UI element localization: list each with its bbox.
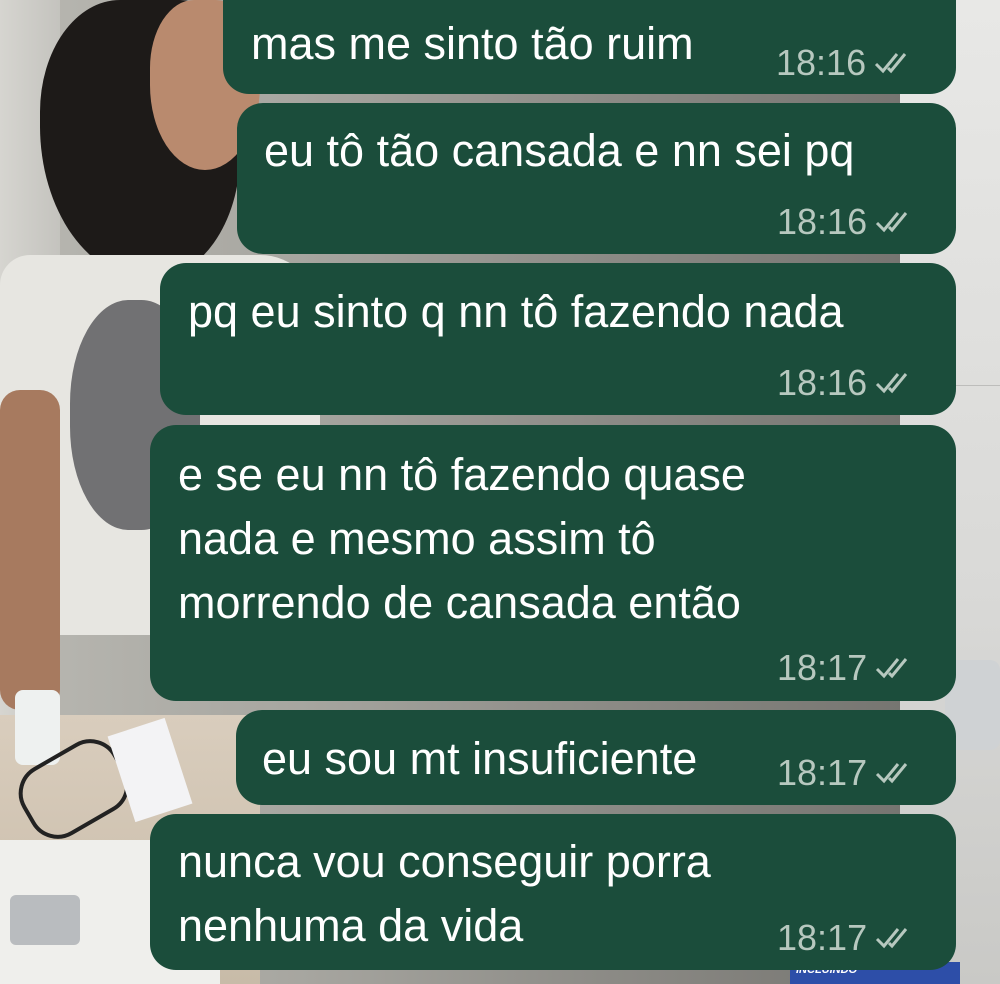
message-bubble[interactable]: e se eu nn tô fazendo quase nada e mesmo… bbox=[150, 425, 956, 701]
message-meta: 18:16 bbox=[776, 42, 914, 84]
message-bubble[interactable]: mas me sinto tão ruim 18:16 bbox=[223, 0, 956, 94]
message-meta: 18:17 bbox=[777, 752, 915, 794]
message-bubble[interactable]: eu tô tão cansada e nn sei pq 18:16 bbox=[237, 103, 956, 254]
double-check-icon bbox=[876, 763, 908, 784]
message-meta: 18:17 bbox=[777, 647, 915, 689]
arm bbox=[0, 390, 60, 710]
double-check-icon bbox=[875, 53, 907, 74]
tile-line bbox=[955, 385, 1000, 386]
message-time: 18:16 bbox=[777, 201, 868, 242]
message-text: e se eu nn tô fazendo quase nada e mesmo… bbox=[178, 449, 746, 628]
message-meta: 18:17 bbox=[777, 917, 915, 959]
message-text: eu sou mt insuficiente bbox=[262, 733, 698, 784]
message-time: 18:17 bbox=[777, 917, 868, 958]
message-time: 18:17 bbox=[777, 752, 868, 793]
message-text: pq eu sinto q nn tô fazendo nada bbox=[188, 286, 844, 337]
double-check-icon bbox=[876, 658, 908, 679]
message-meta: 18:16 bbox=[777, 362, 915, 404]
message-text: mas me sinto tão ruim bbox=[251, 18, 694, 69]
message-bubble[interactable]: nunca vou conseguir porra nenhuma da vid… bbox=[150, 814, 956, 970]
message-time: 18:16 bbox=[777, 362, 868, 403]
message-text: eu tô tão cansada e nn sei pq bbox=[264, 125, 855, 176]
message-bubble[interactable]: pq eu sinto q nn tô fazendo nada 18:16 bbox=[160, 263, 956, 415]
faucet bbox=[10, 895, 80, 945]
message-time: 18:17 bbox=[777, 647, 868, 688]
message-text: nunca vou conseguir porra nenhuma da vid… bbox=[178, 836, 711, 951]
double-check-icon bbox=[876, 928, 908, 949]
bottle bbox=[15, 690, 60, 765]
double-check-icon bbox=[876, 212, 908, 233]
message-time: 18:16 bbox=[776, 42, 867, 83]
double-check-icon bbox=[876, 373, 908, 394]
message-bubble[interactable]: eu sou mt insuficiente 18:17 bbox=[236, 710, 956, 805]
message-meta: 18:16 bbox=[777, 201, 915, 243]
